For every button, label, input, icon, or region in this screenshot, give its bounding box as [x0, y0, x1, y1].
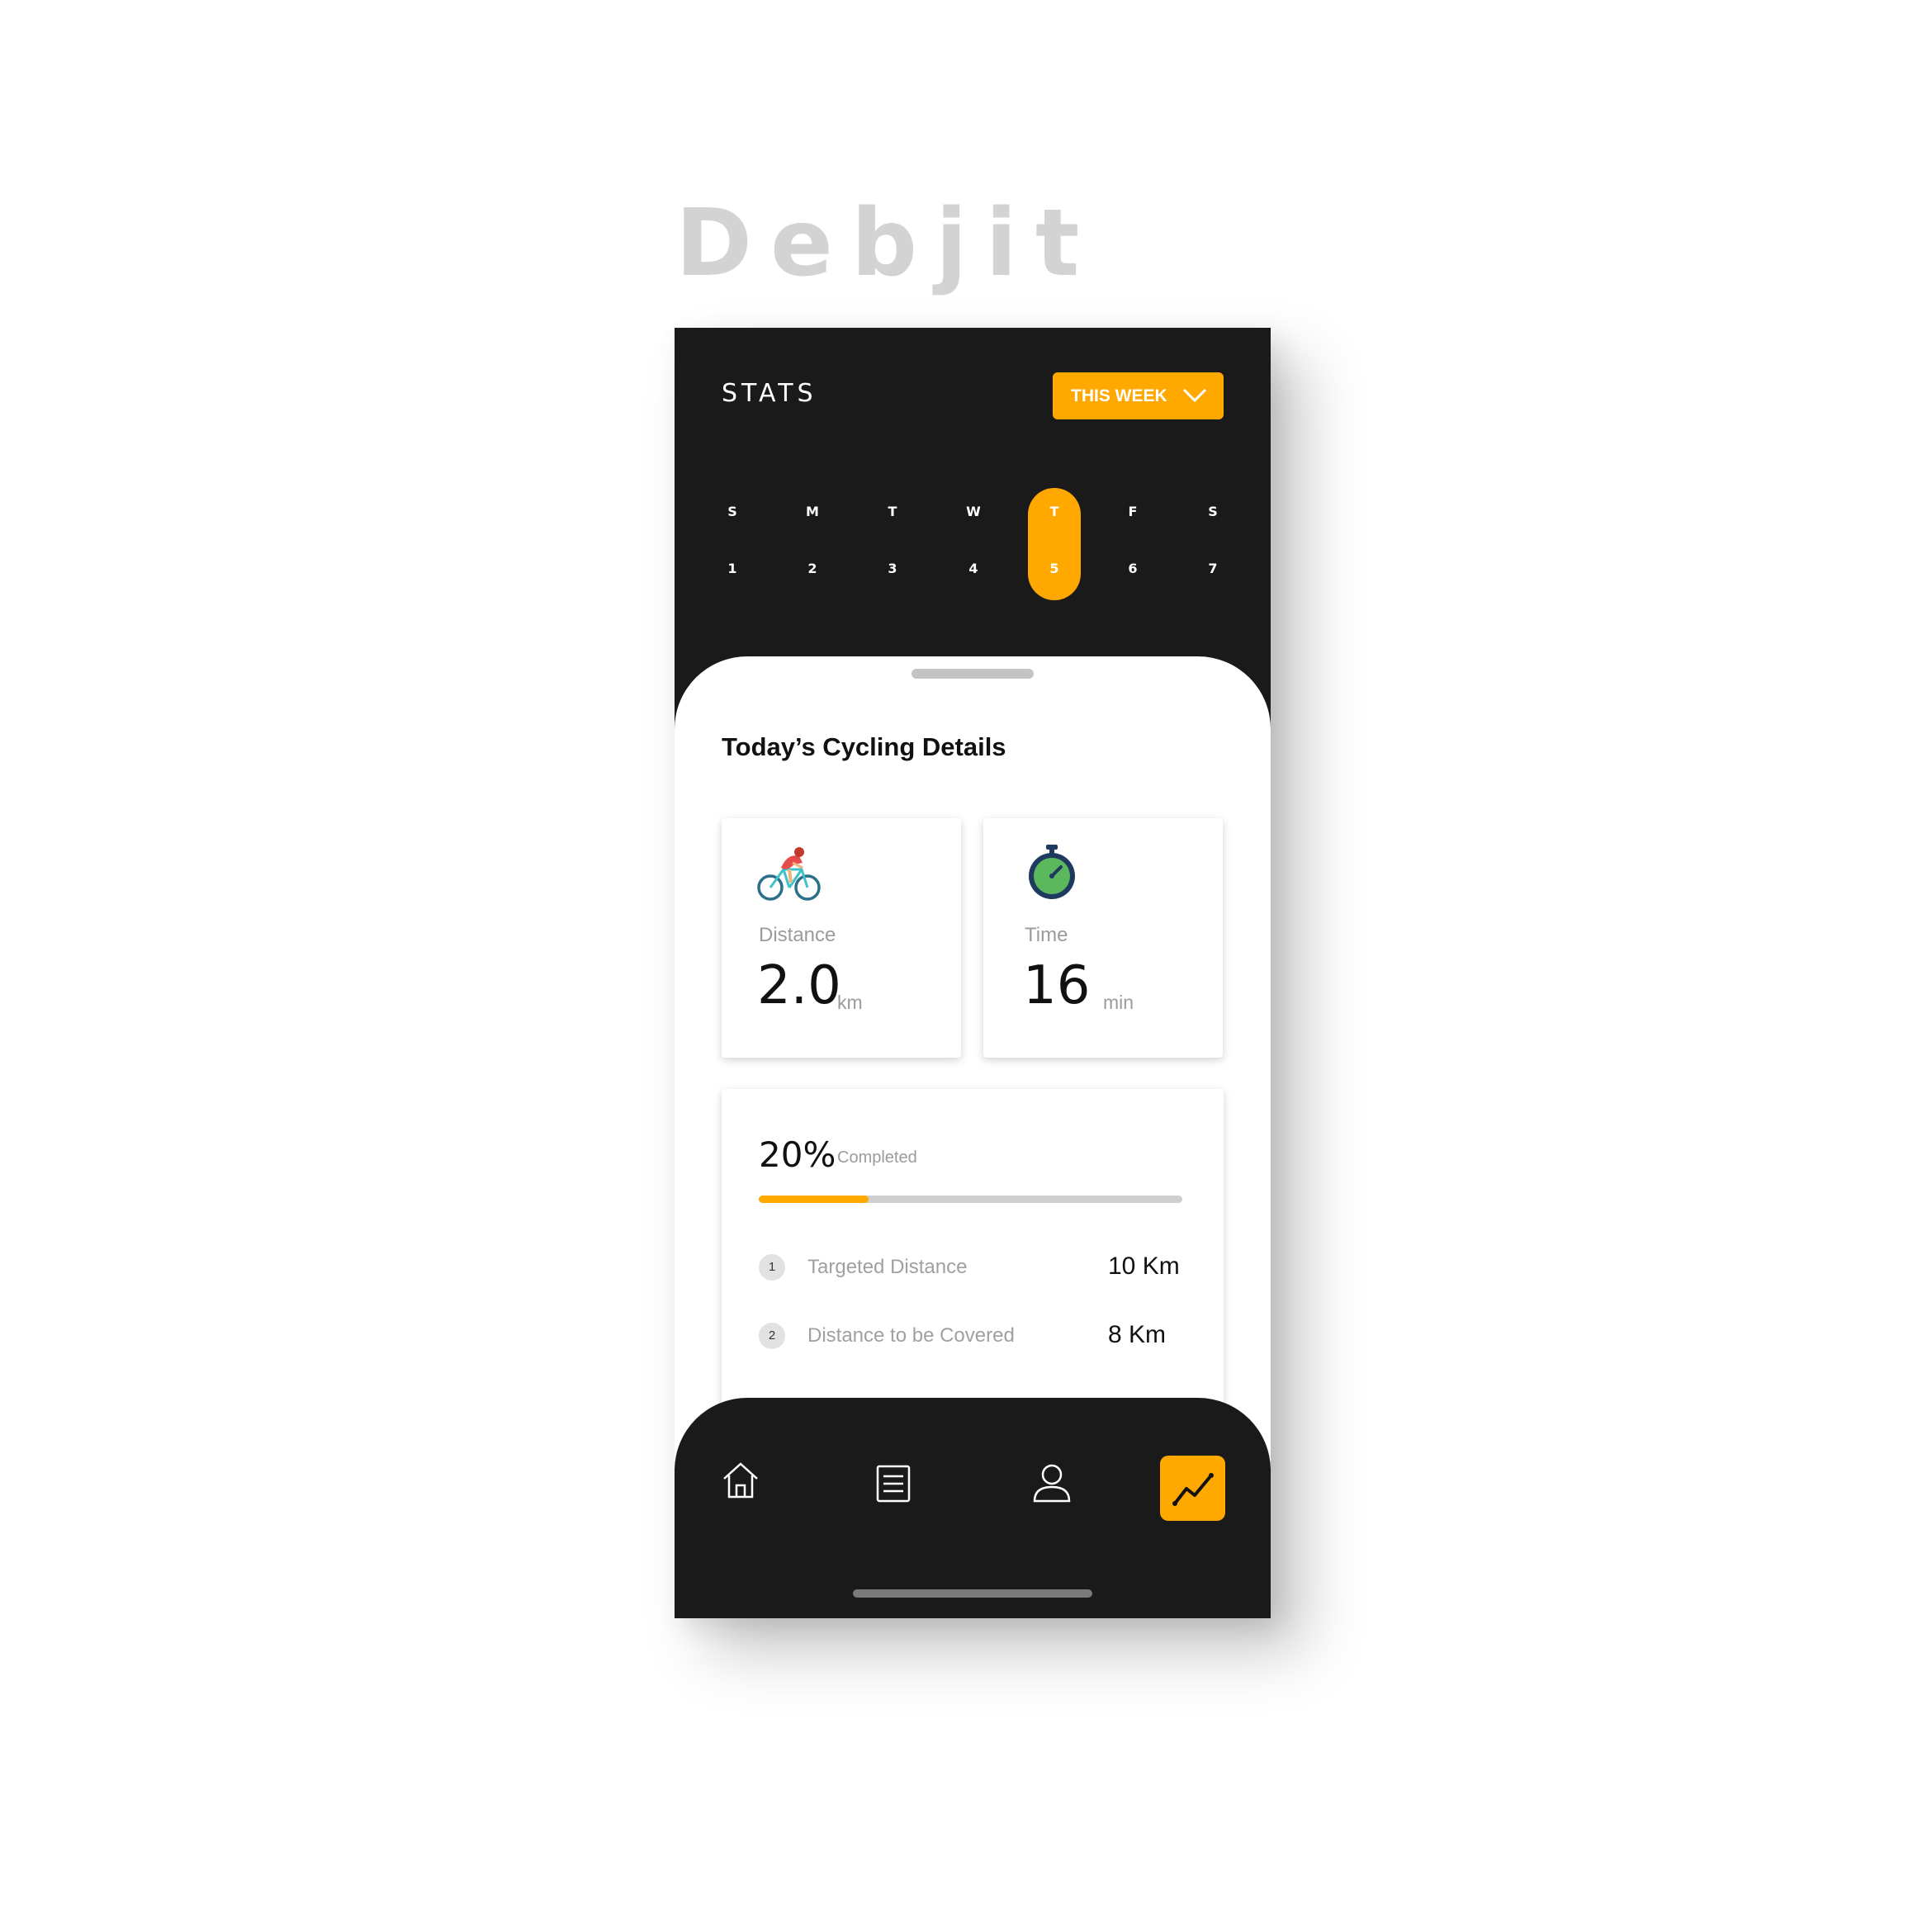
progress-bar [759, 1196, 1182, 1203]
day-date[interactable]: 7 [1186, 561, 1239, 576]
stopwatch-icon [1029, 845, 1075, 899]
stats-nav-button[interactable] [1160, 1456, 1225, 1521]
bottom-nav [675, 1398, 1271, 1618]
week-range-label: THIS WEEK [1071, 386, 1167, 405]
time-label: Time [1025, 924, 1068, 946]
brand-logo: Debjit [675, 190, 1098, 297]
phone-screen: STATS THIS WEEK S 1 M 2 T 3 W 4 T 5 F 6 … [675, 328, 1271, 1618]
week-range-dropdown[interactable]: THIS WEEK [1053, 372, 1224, 419]
day-letter: S [1208, 504, 1218, 519]
progress-label: Completed [837, 1148, 917, 1167]
page-title: STATS [722, 379, 817, 408]
progress-card: 20% Completed 1 Targeted Distance 10 Km … [722, 1089, 1224, 1436]
day-letter: S [727, 504, 737, 519]
day-date[interactable]: 6 [1106, 561, 1159, 576]
targeted-distance-label: Targeted Distance [807, 1256, 968, 1278]
distance-remaining-label: Distance to be Covered [807, 1324, 1015, 1347]
bicycle-icon [757, 847, 821, 901]
progress-percent: 20% [759, 1134, 836, 1175]
list-icon[interactable] [875, 1464, 912, 1503]
day-letter-selected: T [1049, 504, 1059, 519]
home-icon[interactable] [721, 1461, 760, 1500]
home-indicator[interactable] [853, 1589, 1092, 1598]
day-letter: W [966, 504, 981, 519]
day-date-selected[interactable]: 5 [1028, 561, 1081, 576]
time-value: 16 [1023, 955, 1091, 1016]
distance-value: 2.0 [757, 955, 841, 1016]
stats-icon [1172, 1473, 1214, 1506]
distance-label: Distance [759, 924, 836, 946]
row-number-badge: 1 [759, 1254, 785, 1281]
day-letter: M [806, 504, 819, 519]
day-letter: F [1128, 504, 1138, 519]
time-card: Time 16 min [983, 818, 1223, 1058]
day-date[interactable]: 3 [866, 561, 919, 576]
profile-icon[interactable] [1031, 1462, 1073, 1503]
row-number-badge: 2 [759, 1323, 785, 1349]
progress-bar-fill [759, 1196, 869, 1203]
day-date[interactable]: 2 [786, 561, 839, 576]
distance-card: Distance 2.0 km [722, 818, 961, 1058]
sheet-drag-handle[interactable] [912, 669, 1034, 679]
targeted-distance-value: 10 Km [1108, 1252, 1180, 1280]
day-letter: T [888, 504, 897, 519]
time-unit: min [1103, 992, 1134, 1013]
day-date[interactable]: 4 [947, 561, 1000, 576]
day-date[interactable]: 1 [706, 561, 759, 576]
distance-remaining-value: 8 Km [1108, 1321, 1167, 1348]
distance-unit: km [837, 992, 863, 1013]
chevron-down-icon [1182, 388, 1207, 403]
section-title: Today’s Cycling Details [722, 732, 1006, 761]
